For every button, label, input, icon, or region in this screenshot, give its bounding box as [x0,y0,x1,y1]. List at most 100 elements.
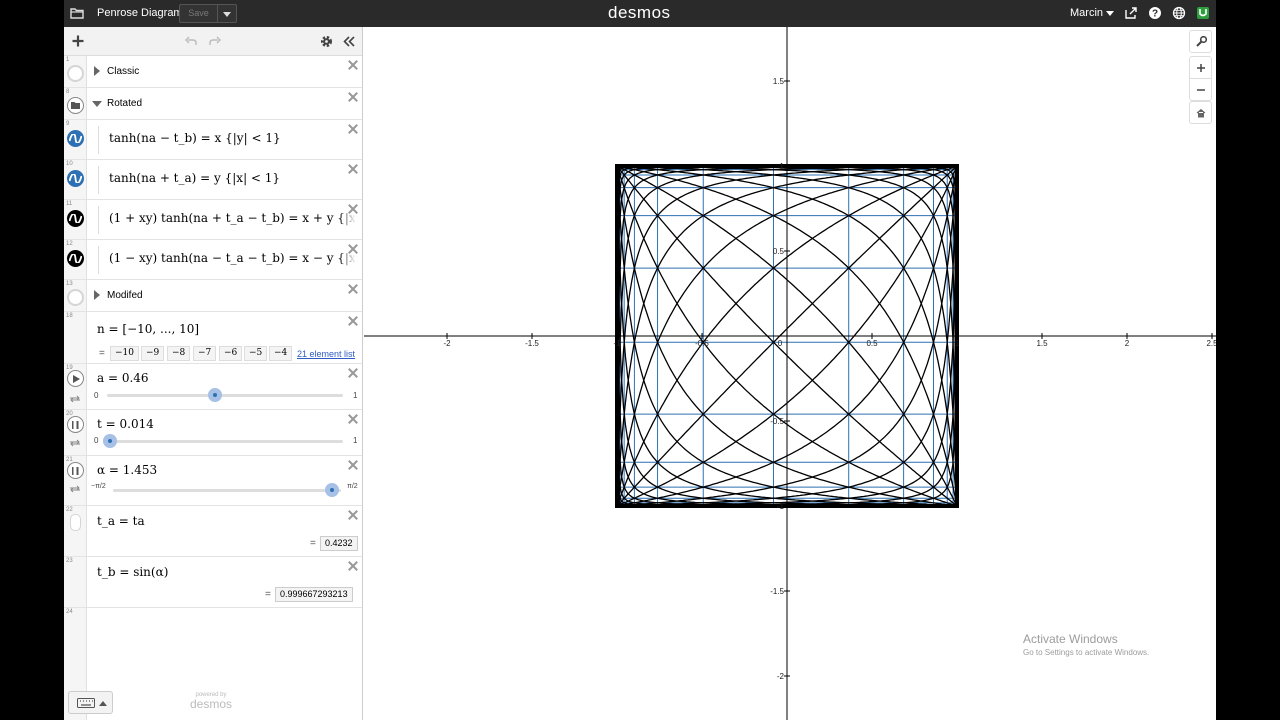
delete-icon[interactable] [348,316,358,326]
folder-modifed[interactable]: 13 Modifed [64,280,362,312]
expression-math[interactable]: tanh(na − t_b) = x {|y| < 1} [109,131,281,145]
axes [364,27,1216,720]
slider-label[interactable]: t = 0.014 [97,417,154,431]
delete-icon[interactable] [348,164,358,174]
slider-min[interactable]: −π/2 [91,483,106,490]
slider-row-t[interactable]: 20 t = 0.014 0 1 [64,410,362,456]
default-viewport-button[interactable] [1189,101,1212,124]
x-tick-label: -0.5 [695,339,709,348]
graph-paper[interactable]: -2 -1.5 -1 -0.5 0 0.5 1 1.5 2 2.5 1.5 1 0.5 -0.5 -1 -1.… [364,27,1216,720]
expression-row[interactable]: 12 (1 − xy) tanh(na − t_a − t_b) = x − y… [64,240,362,280]
loop-icon[interactable] [69,439,81,447]
expression-row[interactable]: 11 (1 + xy) tanh(na + t_a − t_b) = x + y… [64,200,362,240]
expression-math[interactable]: (1 − xy) tanh(na − t_a − t_b) = x − y {|… [109,251,362,265]
pause-button[interactable] [67,462,84,479]
add-icon[interactable] [72,35,84,47]
loop-icon[interactable] [69,485,81,493]
list-value: −8 [167,346,191,361]
expression-row-tb[interactable]: 23 t_b = sin(α) = 0.999667293213 [64,557,362,608]
settings-icon[interactable] [320,35,333,48]
app-icon[interactable] [1196,6,1210,20]
delete-icon[interactable] [348,60,358,70]
visibility-toggle[interactable] [67,65,84,82]
powered-by-desmos: powered by desmos [190,692,233,711]
folder-classic[interactable]: 1 Classic [64,56,362,88]
expand-folder-icon[interactable] [94,290,100,300]
globe-icon[interactable] [1172,6,1186,20]
delete-icon[interactable] [348,414,358,424]
expand-folder-icon[interactable] [94,66,100,76]
delete-icon[interactable] [348,204,358,214]
slider-row-alpha[interactable]: 21 α = 1.453 −π/2 π/2 [64,456,362,506]
delete-icon[interactable] [348,244,358,254]
graph-settings-button[interactable] [1189,30,1212,53]
delete-icon[interactable] [348,92,358,102]
loop-icon[interactable] [69,395,81,403]
document-title[interactable]: Penrose Diagram [97,7,183,19]
share-icon[interactable] [1124,6,1138,20]
chevron-down-icon[interactable] [1106,11,1114,16]
folder-rotated[interactable]: 8 Rotated [64,88,362,120]
keyboard-button[interactable] [68,691,113,714]
chevron-up-icon [99,701,107,706]
folder-visibility-toggle[interactable] [67,97,84,114]
list-length-link[interactable]: 21 element list [297,349,355,359]
slider-min[interactable]: 0 [94,391,98,400]
graph-style-toggle[interactable] [67,250,84,267]
slider-min[interactable]: 0 [94,436,98,445]
graph-style-toggle[interactable] [67,170,84,187]
list-value: −10 [110,346,139,361]
user-menu[interactable]: Marcin [1070,7,1103,19]
visibility-toggle[interactable] [67,289,84,306]
slider-track[interactable] [113,489,341,492]
graph-style-toggle[interactable] [67,210,84,227]
delete-icon[interactable] [348,124,358,134]
folder-title[interactable]: Modifed [107,290,143,301]
zoom-out-button[interactable] [1189,78,1212,101]
save-dropdown-button[interactable] [218,4,237,23]
expression-math[interactable]: t_a = ta [97,514,145,528]
new-expression-row[interactable]: 24 [64,608,362,648]
zoom-in-button[interactable] [1189,56,1212,79]
help-icon[interactable]: ? [1148,6,1162,20]
expression-math[interactable]: tanh(na + t_a) = y {|x| < 1} [109,171,280,185]
y-tick-label: -1 [777,502,785,511]
expression-row[interactable]: 18 n = [−10, ..., 10] = −10 −9 −8 −7 −6 … [64,312,362,364]
expression-math[interactable]: t_b = sin(α) [97,565,168,579]
delete-icon[interactable] [348,561,358,571]
row-gutter [64,312,87,363]
play-button[interactable] [67,370,84,387]
slider-max[interactable]: 1 [353,436,357,445]
delete-icon[interactable] [348,460,358,470]
slider-row-a[interactable]: 19 a = 0.46 0 1 [64,364,362,410]
folder-title[interactable]: Classic [107,66,139,77]
undo-icon[interactable] [185,36,197,46]
slider-label[interactable]: a = 0.46 [97,371,149,385]
delete-icon[interactable] [348,510,358,520]
play-icon [73,375,80,383]
wave-icon [69,174,82,183]
graph-canvas[interactable]: -2 -1.5 -1 -0.5 0 0.5 1 1.5 2 2.5 1.5 1 0.5 -0.5 -1 -1.… [364,27,1216,720]
slider-max[interactable]: 1 [353,391,357,400]
expression-math[interactable]: n = [−10, ..., 10] [97,322,199,336]
collapse-folder-icon[interactable] [92,101,102,107]
save-button[interactable]: Save [179,4,218,23]
folder-title[interactable]: Rotated [107,98,142,109]
wrench-icon [1196,36,1207,47]
slider-label[interactable]: α = 1.453 [97,463,157,477]
folder-icon[interactable] [70,6,84,20]
collapse-icon[interactable] [343,36,355,47]
slider-track[interactable] [107,394,343,397]
delete-icon[interactable] [348,368,358,378]
slider-max[interactable]: π/2 [347,483,358,490]
expression-row[interactable]: 10 tanh(na + t_a) = y {|x| < 1} [64,160,362,200]
line-number: 23 [66,558,73,564]
expression-math[interactable]: (1 + xy) tanh(na + t_a − t_b) = x + y {|… [109,211,362,225]
expression-row-ta[interactable]: 22 t_a = ta = 0.4232 [64,506,362,557]
graph-style-toggle[interactable] [67,130,84,147]
expression-row[interactable]: 9 tanh(na − t_b) = x {|y| < 1} [64,120,362,160]
delete-icon[interactable] [348,284,358,294]
slider-track[interactable] [107,440,343,443]
pause-button[interactable] [67,416,84,433]
redo-icon[interactable] [209,36,221,46]
